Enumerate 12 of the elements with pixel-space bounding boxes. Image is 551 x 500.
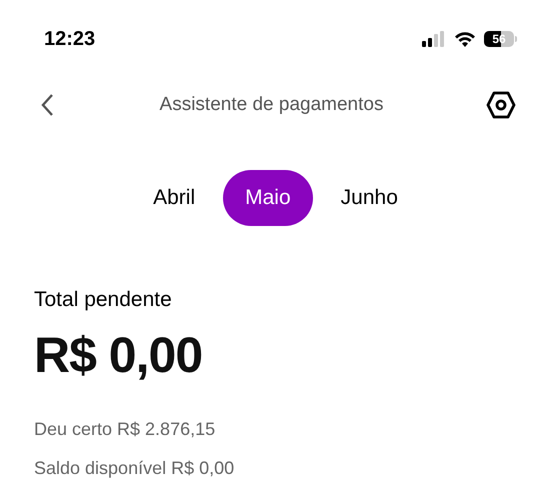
wifi-icon <box>454 31 476 47</box>
total-label: Total pendente <box>34 287 172 313</box>
month-tab[interactable]: Junho <box>318 170 420 226</box>
detail-line: Saldo disponível R$ 0,00 <box>34 456 234 480</box>
month-tab[interactable]: Maio <box>223 170 313 226</box>
status-time: 12:23 <box>44 27 96 52</box>
detail-line: Deu certo R$ 2.876,15 <box>34 418 216 440</box>
page-title: Assistente de pagamentos <box>160 92 384 117</box>
settings-button[interactable] <box>484 89 517 121</box>
month-tab[interactable]: Abril <box>131 170 218 226</box>
signal-icon <box>422 31 446 47</box>
total-amount: R$ 0,00 <box>34 330 202 380</box>
